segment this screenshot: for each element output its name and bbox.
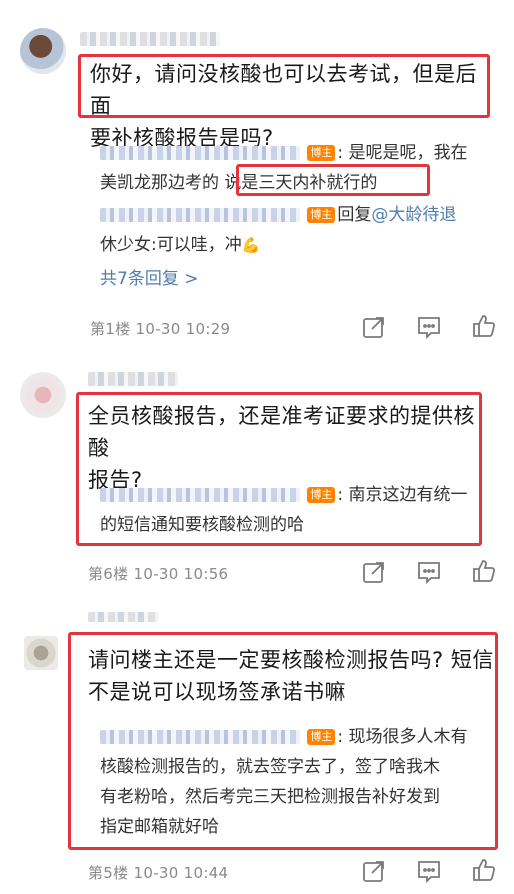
- like-icon[interactable]: [471, 313, 497, 339]
- reply-1[interactable]: 博主: 现场很多人木有 核酸检测报告的，就去签字去了，签了啥我木 有老粉哈，然后…: [100, 722, 500, 842]
- reply-text-line: 美凯龙那边考的: [100, 173, 225, 193]
- flexed-biceps-emoji: 💪: [241, 236, 261, 254]
- floor-and-time: 第1楼 10-30 10:29: [90, 320, 231, 338]
- reply-username-blurred[interactable]: [100, 488, 300, 502]
- username-blurred[interactable]: [88, 372, 178, 386]
- username-blurred[interactable]: [88, 612, 158, 622]
- username-blurred[interactable]: [80, 32, 220, 46]
- reply-text-line: 休少女:可以哇，冲: [100, 235, 242, 255]
- reply-text-line: 指定邮箱就好哈: [100, 817, 219, 837]
- author-badge: 博主: [307, 207, 336, 223]
- avatar[interactable]: [20, 28, 66, 74]
- reply-text-line: 有老粉哈，然后考完三天把检测报告补好发到: [100, 787, 440, 807]
- highlighted-text: 说是三天内补就行的: [224, 173, 378, 193]
- comment-text: 请问楼主还是一定要核酸检测报告吗? 短信 不是说可以现场签承诺书嘛: [88, 648, 494, 704]
- share-icon[interactable]: [361, 858, 387, 884]
- reply-text-line: : 南京这边有统一: [337, 485, 468, 505]
- author-badge: 博主: [307, 487, 336, 503]
- reply-username-blurred[interactable]: [100, 730, 300, 744]
- reply-username-blurred[interactable]: [100, 208, 300, 222]
- more-replies-link[interactable]: 共7条回复 >: [100, 264, 198, 289]
- reply-1[interactable]: 博主: 南京这边有统一 的短信通知要核酸检测的哈: [100, 480, 500, 540]
- like-icon[interactable]: [471, 558, 497, 584]
- reply-text-line: : 现场很多人木有: [337, 727, 468, 747]
- floor-and-time: 第5楼 10-30 10:44: [88, 864, 229, 882]
- avatar[interactable]: [20, 372, 66, 418]
- comment-3: 请问楼主还是一定要核酸检测报告吗? 短信 不是说可以现场签承诺书嘛 博主: 现场…: [0, 608, 514, 894]
- share-icon[interactable]: [361, 314, 387, 340]
- reply-2[interactable]: 博主 回复@大龄待退 休少女:可以哇，冲💪: [100, 200, 500, 260]
- reply-1[interactable]: 博主: 是呢是呢，我在 美凯龙那边考的 说是三天内补就行的: [100, 138, 500, 198]
- mention-link[interactable]: @大龄待退: [371, 205, 456, 225]
- avatar[interactable]: [24, 636, 58, 670]
- reply-text-line: 的短信通知要核酸检测的哈: [100, 515, 304, 535]
- reply-prefix: 回复: [337, 205, 372, 225]
- share-icon[interactable]: [361, 559, 387, 585]
- comment-icon[interactable]: [416, 559, 442, 585]
- author-badge: 博主: [307, 729, 336, 745]
- reply-text-line: 核酸检测报告的，就去签字去了，签了啥我木: [100, 757, 440, 777]
- author-badge: 博主: [307, 145, 336, 161]
- comment-1: 你好，请问没核酸也可以去考试，但是后面 要补核酸报告是吗? 博主: 是呢是呢，我…: [0, 0, 514, 345]
- comment-icon[interactable]: [416, 314, 442, 340]
- like-icon[interactable]: [471, 857, 497, 883]
- reply-text-line: : 是呢是呢，我在: [337, 143, 468, 163]
- comment-2: 全员核酸报告，还是准考证要求的提供核酸 报告? 博主: 南京这边有统一 的短信通…: [0, 360, 514, 600]
- floor-and-time: 第6楼 10-30 10:56: [88, 565, 229, 583]
- comment-icon[interactable]: [416, 858, 442, 884]
- reply-username-blurred[interactable]: [100, 146, 300, 160]
